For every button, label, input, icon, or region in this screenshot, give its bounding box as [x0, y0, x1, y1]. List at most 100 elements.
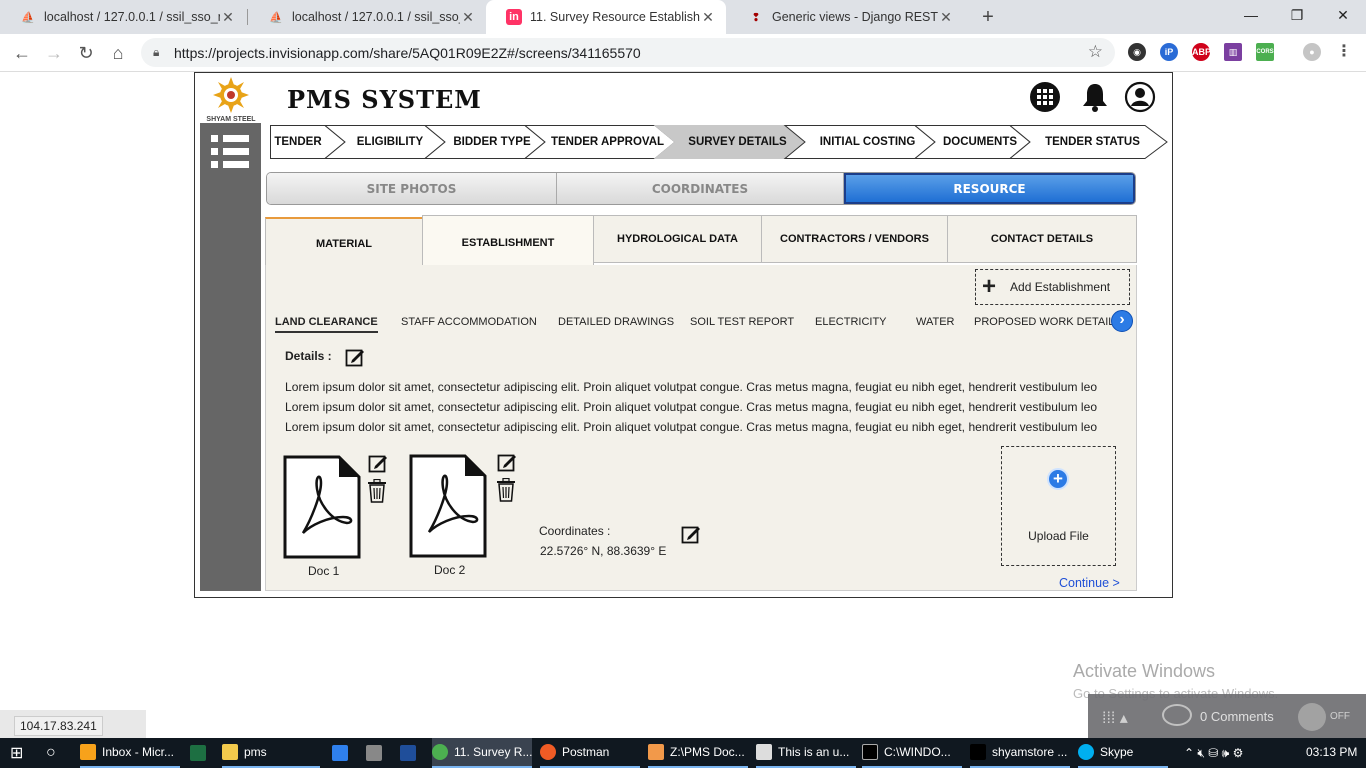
- pdf-document-icon[interactable]: [409, 454, 487, 558]
- close-tab-icon[interactable]: ✕: [700, 9, 716, 26]
- upload-file-dropzone[interactable]: + Upload File: [1001, 446, 1116, 566]
- subtab-proposed-work-details[interactable]: PROPOSED WORK DETAILS: [974, 313, 1122, 333]
- lock-icon: 🔒︎: [153, 45, 160, 59]
- pdf-document-icon[interactable]: [283, 455, 361, 559]
- edit-coordinates-icon[interactable]: [681, 524, 701, 544]
- adblock-extension-icon[interactable]: ABP: [1192, 43, 1211, 61]
- close-tab-icon[interactable]: ✕: [220, 9, 236, 26]
- taskbar-vscode[interactable]: [332, 738, 354, 768]
- delete-document-icon[interactable]: [495, 478, 517, 502]
- next-subtab-arrow-icon[interactable]: ›: [1111, 310, 1133, 332]
- taskbar-pms-folder[interactable]: pms: [222, 738, 320, 768]
- tab-hydrological-data[interactable]: HYDROLOGICAL DATA: [593, 215, 762, 263]
- plus-icon: +: [982, 273, 997, 300]
- subtab-soil-test-report[interactable]: SOIL TEST REPORT: [690, 313, 794, 333]
- address-bar[interactable]: 🔒︎ https://projects.invisionapp.com/shar…: [141, 38, 1115, 67]
- taskbar-excel[interactable]: [190, 738, 212, 768]
- edit-details-icon[interactable]: [345, 347, 365, 367]
- django-rest-icon: ❢: [751, 11, 761, 24]
- taskbar-label: Z:\PMS Doc...: [670, 745, 745, 759]
- taskbar-window[interactable]: This is an u...: [756, 738, 856, 768]
- shyam-steel-logo-icon: [213, 77, 249, 113]
- step-tender-approval[interactable]: TENDER APPROVAL: [545, 125, 670, 159]
- step-tender[interactable]: TENDER: [270, 125, 326, 159]
- step-eligibility[interactable]: ELIGIBILITY: [340, 125, 440, 159]
- grid-menu-icon[interactable]: ⁞⁞⁞ ▴: [1102, 708, 1128, 728]
- user-profile-icon[interactable]: [1124, 81, 1156, 113]
- taskbar-network[interactable]: [366, 738, 388, 768]
- vscode-icon: [332, 745, 348, 761]
- menu-kebab-icon[interactable]: ⋮: [1335, 43, 1353, 61]
- profile-avatar-icon[interactable]: ●: [1303, 43, 1321, 61]
- hamburger-menu-icon[interactable]: [211, 135, 251, 174]
- close-window-button[interactable]: ✕: [1320, 0, 1366, 30]
- new-tab-button[interactable]: +: [976, 5, 1000, 29]
- taskbar-powershell[interactable]: [400, 738, 422, 768]
- upload-file-label: Upload File: [1028, 529, 1089, 543]
- browser-tab-3[interactable]: in 11. Survey Resource Establishme ✕: [486, 0, 726, 34]
- forward-arrow-icon[interactable]: →: [42, 41, 66, 65]
- url-text[interactable]: https://projects.invisionapp.com/share/5…: [174, 45, 641, 61]
- invision-icon: in: [506, 9, 522, 25]
- home-icon[interactable]: ⌂: [106, 41, 130, 65]
- taskbar-chrome[interactable]: 11. Survey R...: [432, 738, 532, 768]
- activate-windows-title: Activate Windows: [1073, 661, 1216, 681]
- delete-document-icon[interactable]: [366, 479, 388, 503]
- taskbar-outlook[interactable]: Inbox - Micr...: [80, 738, 180, 768]
- edit-document-icon[interactable]: [368, 453, 388, 473]
- step-bidder-type[interactable]: BIDDER TYPE: [442, 125, 542, 159]
- color-picker-extension-icon[interactable]: ◉: [1128, 43, 1146, 61]
- postman-icon: [540, 744, 556, 760]
- tab-establishment[interactable]: ESTABLISHMENT: [422, 215, 594, 269]
- comment-mode-toggle[interactable]: [1298, 703, 1326, 731]
- cortana-search-icon[interactable]: ○: [46, 738, 56, 768]
- minimize-button[interactable]: —: [1228, 0, 1274, 30]
- subtab-land-clearance[interactable]: LAND CLEARANCE: [275, 313, 378, 333]
- browser-tab-4[interactable]: ❢ Generic views - Django REST fran ✕: [728, 0, 964, 34]
- system-tray-icons[interactable]: ⌃ 🔇︎ ⛁ 🕪︎ ⚙︎: [1184, 738, 1243, 768]
- subtab-electricity[interactable]: ELECTRICITY: [815, 313, 887, 333]
- step-documents[interactable]: DOCUMENTS: [935, 125, 1025, 159]
- browser-tab-2[interactable]: ⛵ localhost / 127.0.0.1 / ssil_sso_ms ✕: [248, 0, 486, 34]
- close-tab-icon[interactable]: ✕: [938, 9, 954, 26]
- extension-icon[interactable]: ▥: [1224, 43, 1242, 61]
- logo-text: SHYAM STEEL: [206, 116, 256, 123]
- notification-bell-icon[interactable]: [1079, 81, 1111, 113]
- reload-icon[interactable]: ↻: [74, 41, 98, 65]
- tab-contact-details[interactable]: CONTACT DETAILS: [947, 215, 1137, 263]
- add-establishment-button[interactable]: + Add Establishment: [975, 269, 1130, 305]
- back-arrow-icon[interactable]: ←: [10, 41, 34, 65]
- step-initial-costing[interactable]: INITIAL COSTING: [805, 125, 930, 159]
- taskbar-postman[interactable]: Postman: [540, 738, 640, 768]
- segment-coordinates[interactable]: COORDINATES: [557, 173, 844, 204]
- subtab-staff-accommodation[interactable]: STAFF ACCOMMODATION: [401, 313, 537, 333]
- edit-document-icon[interactable]: [497, 452, 517, 472]
- taskbar-cmd[interactable]: C:\WINDO...: [862, 738, 962, 768]
- segment-resource[interactable]: RESOURCE: [844, 173, 1135, 204]
- sidebar: [200, 123, 261, 591]
- taskbar-clock[interactable]: 03:13 PM: [1306, 745, 1357, 759]
- taskbar-pycharm[interactable]: shyamstore ...: [970, 738, 1070, 768]
- ip-extension-icon[interactable]: iP: [1160, 43, 1178, 61]
- cors-extension-icon[interactable]: CORS: [1256, 43, 1274, 61]
- subtab-water[interactable]: WATER: [916, 313, 955, 333]
- taskbar-pms-docs[interactable]: Z:\PMS Doc...: [648, 738, 748, 768]
- windows-start-icon[interactable]: ⊞: [10, 738, 23, 768]
- taskbar-skype[interactable]: Skype: [1078, 738, 1168, 768]
- subtab-detailed-drawings[interactable]: DETAILED DRAWINGS: [558, 313, 674, 333]
- tab-contractors-vendors[interactable]: CONTRACTORS / VENDORS: [761, 215, 948, 263]
- bookmark-star-icon[interactable]: ☆: [1088, 42, 1103, 62]
- tab-material[interactable]: MATERIAL: [265, 217, 423, 269]
- step-survey-details[interactable]: SURVEY DETAILS: [675, 125, 800, 159]
- restore-button[interactable]: ❐: [1274, 0, 1320, 30]
- continue-link[interactable]: Continue >: [1059, 576, 1120, 590]
- comment-bubble-icon[interactable]: [1162, 704, 1192, 726]
- browser-tab-1[interactable]: ⛵ localhost / 127.0.0.1 / ssil_sso_ms ✕: [0, 0, 246, 34]
- segment-site-photos[interactable]: SITE PHOTOS: [267, 173, 557, 204]
- process-steps: TENDER ELIGIBILITY BIDDER TYPE TENDER AP…: [270, 125, 1170, 159]
- apps-grid-icon[interactable]: [1029, 81, 1061, 113]
- step-tender-status[interactable]: TENDER STATUS: [1030, 125, 1155, 159]
- close-tab-icon[interactable]: ✕: [460, 9, 476, 26]
- details-text-line: Lorem ipsum dolor sit amet, consectetur …: [285, 400, 1098, 414]
- comments-count[interactable]: 0 Comments: [1200, 709, 1274, 724]
